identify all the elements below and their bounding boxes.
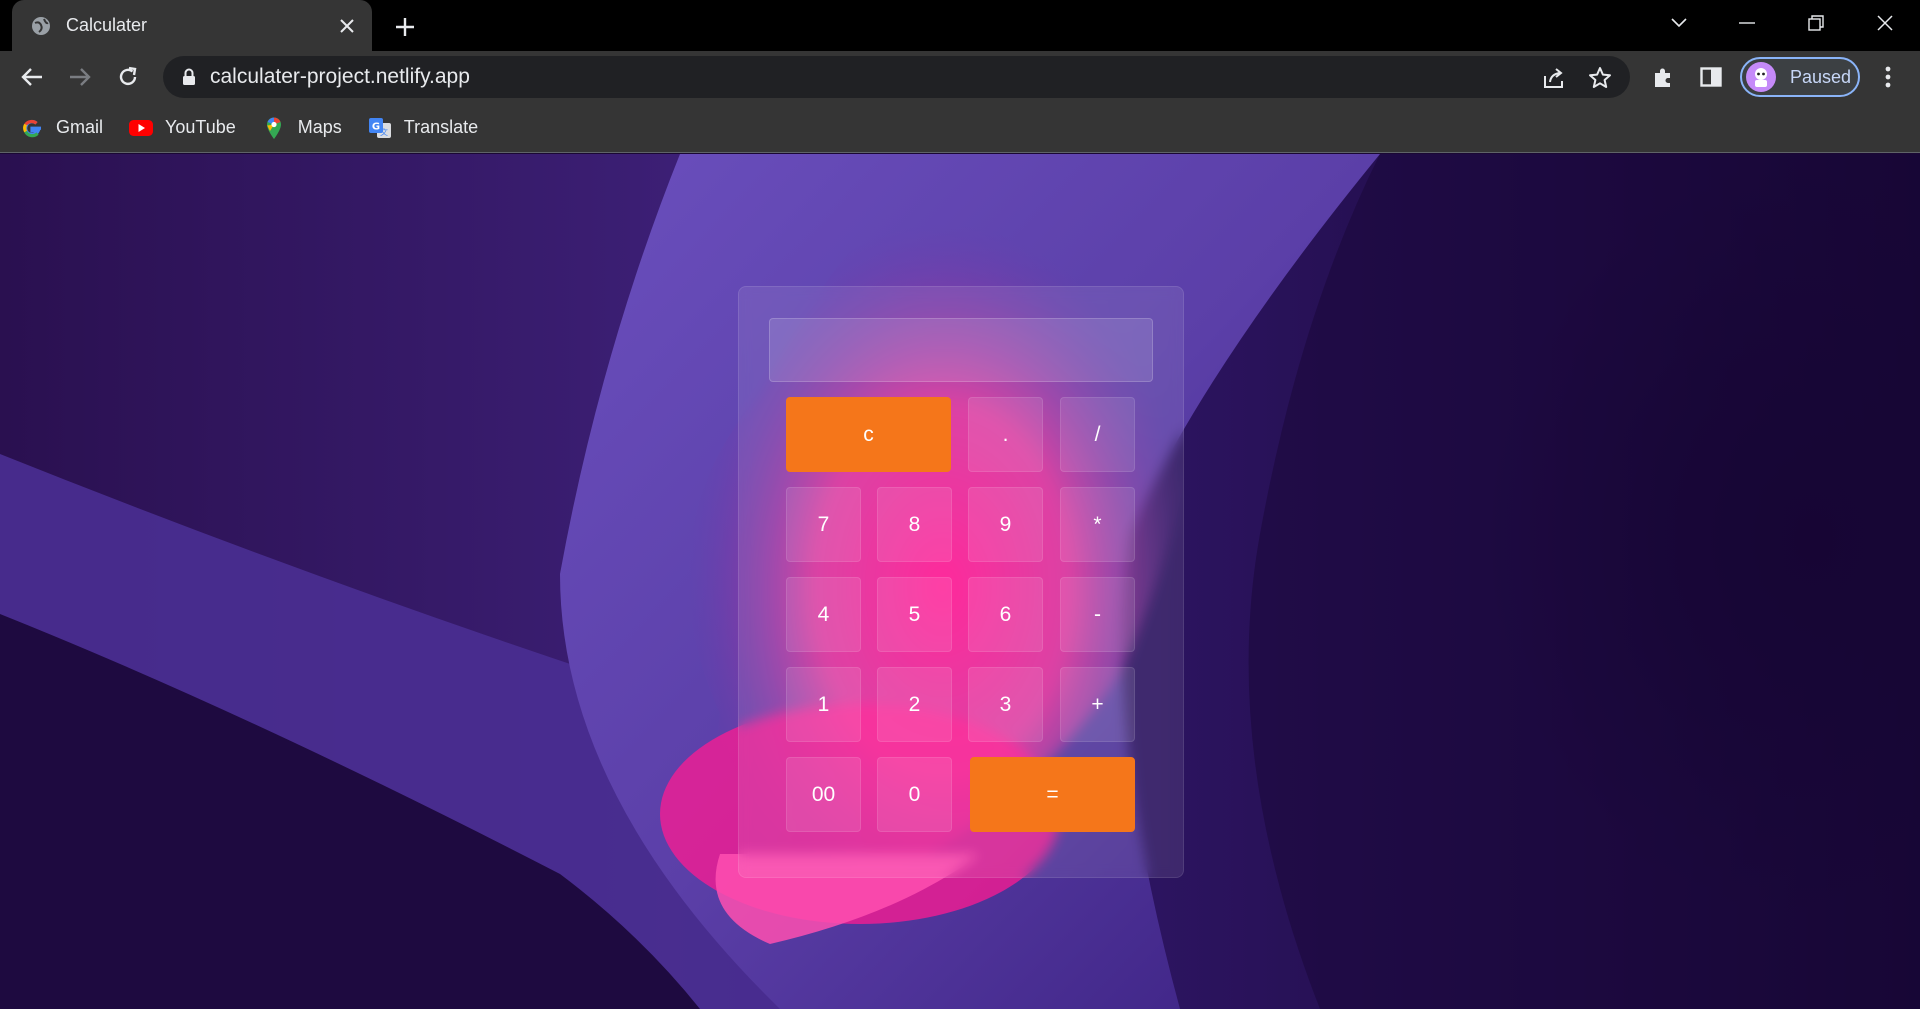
maps-icon bbox=[262, 116, 286, 140]
globe-icon bbox=[30, 15, 52, 37]
tab-search-chevron-icon[interactable] bbox=[1661, 8, 1697, 38]
new-tab-plus-icon[interactable] bbox=[390, 12, 420, 42]
forward-arrow-icon[interactable] bbox=[64, 61, 96, 93]
address-bar[interactable]: calculater-project.netlify.app bbox=[163, 56, 1630, 98]
close-window-icon[interactable] bbox=[1867, 8, 1903, 38]
double-zero-button[interactable]: 00 bbox=[786, 757, 861, 832]
svg-text:文: 文 bbox=[380, 127, 388, 137]
digit-0-button[interactable]: 0 bbox=[877, 757, 952, 832]
profile-button[interactable]: Paused bbox=[1740, 57, 1860, 97]
svg-text:G: G bbox=[372, 121, 380, 132]
digit-9-button[interactable]: 9 bbox=[968, 487, 1043, 562]
calculator-display[interactable] bbox=[769, 318, 1153, 382]
profile-status-label: Paused bbox=[1790, 66, 1852, 87]
divide-button[interactable]: / bbox=[1060, 397, 1135, 472]
youtube-icon bbox=[129, 116, 154, 140]
url-text: calculater-project.netlify.app bbox=[210, 65, 470, 88]
browser-toolbar: calculater-project.netlify.app Paused bbox=[0, 51, 1920, 103]
star-bookmark-icon[interactable] bbox=[1587, 65, 1613, 91]
bookmarks-bar: Gmail YouTube Maps G文 Translate bbox=[0, 103, 1920, 153]
decimal-button[interactable]: . bbox=[968, 397, 1043, 472]
side-panel-icon[interactable] bbox=[1695, 61, 1727, 93]
share-icon[interactable] bbox=[1541, 65, 1567, 91]
page-viewport: c . / 7 8 9 * 4 5 6 - 1 2 3 + 00 0 = bbox=[0, 154, 1920, 1009]
back-arrow-icon[interactable] bbox=[16, 61, 48, 93]
extensions-puzzle-icon[interactable] bbox=[1647, 61, 1679, 93]
lock-icon[interactable] bbox=[182, 68, 198, 86]
equals-button[interactable]: = bbox=[970, 757, 1135, 832]
digit-6-button[interactable]: 6 bbox=[968, 577, 1043, 652]
digit-1-button[interactable]: 1 bbox=[786, 667, 861, 742]
google-icon bbox=[20, 116, 44, 140]
translate-icon: G文 bbox=[368, 116, 392, 140]
tab-close-icon[interactable] bbox=[336, 15, 358, 37]
digit-7-button[interactable]: 7 bbox=[786, 487, 861, 562]
bookmark-youtube[interactable]: YouTube bbox=[129, 116, 236, 140]
digit-3-button[interactable]: 3 bbox=[968, 667, 1043, 742]
bookmark-label: YouTube bbox=[165, 117, 236, 137]
digit-5-button[interactable]: 5 bbox=[877, 577, 952, 652]
bookmark-maps[interactable]: Maps bbox=[262, 116, 342, 140]
bookmark-label: Translate bbox=[403, 117, 479, 137]
bookmark-gmail[interactable]: Gmail bbox=[20, 116, 103, 140]
calculator-panel: c . / 7 8 9 * 4 5 6 - 1 2 3 + 00 0 = bbox=[738, 286, 1184, 878]
restore-icon[interactable] bbox=[1798, 8, 1834, 38]
tab-calculater[interactable]: Calculater bbox=[12, 0, 372, 51]
minus-button[interactable]: - bbox=[1060, 577, 1135, 652]
tab-strip: Calculater bbox=[0, 0, 1920, 51]
tab-title: Calculater bbox=[66, 15, 148, 35]
bookmark-label: Gmail bbox=[56, 117, 104, 137]
bookmark-label: Maps bbox=[297, 117, 342, 137]
multiply-button[interactable]: * bbox=[1060, 487, 1135, 562]
digit-2-button[interactable]: 2 bbox=[877, 667, 952, 742]
plus-button[interactable]: + bbox=[1060, 667, 1135, 742]
reload-icon[interactable] bbox=[112, 61, 144, 93]
digit-8-button[interactable]: 8 bbox=[877, 487, 952, 562]
digit-4-button[interactable]: 4 bbox=[786, 577, 861, 652]
bookmark-translate[interactable]: G文 Translate bbox=[368, 116, 478, 140]
kebab-menu-icon[interactable] bbox=[1872, 61, 1904, 93]
clear-button[interactable]: c bbox=[786, 397, 951, 472]
minimize-icon[interactable] bbox=[1729, 8, 1765, 38]
avatar bbox=[1746, 62, 1776, 92]
